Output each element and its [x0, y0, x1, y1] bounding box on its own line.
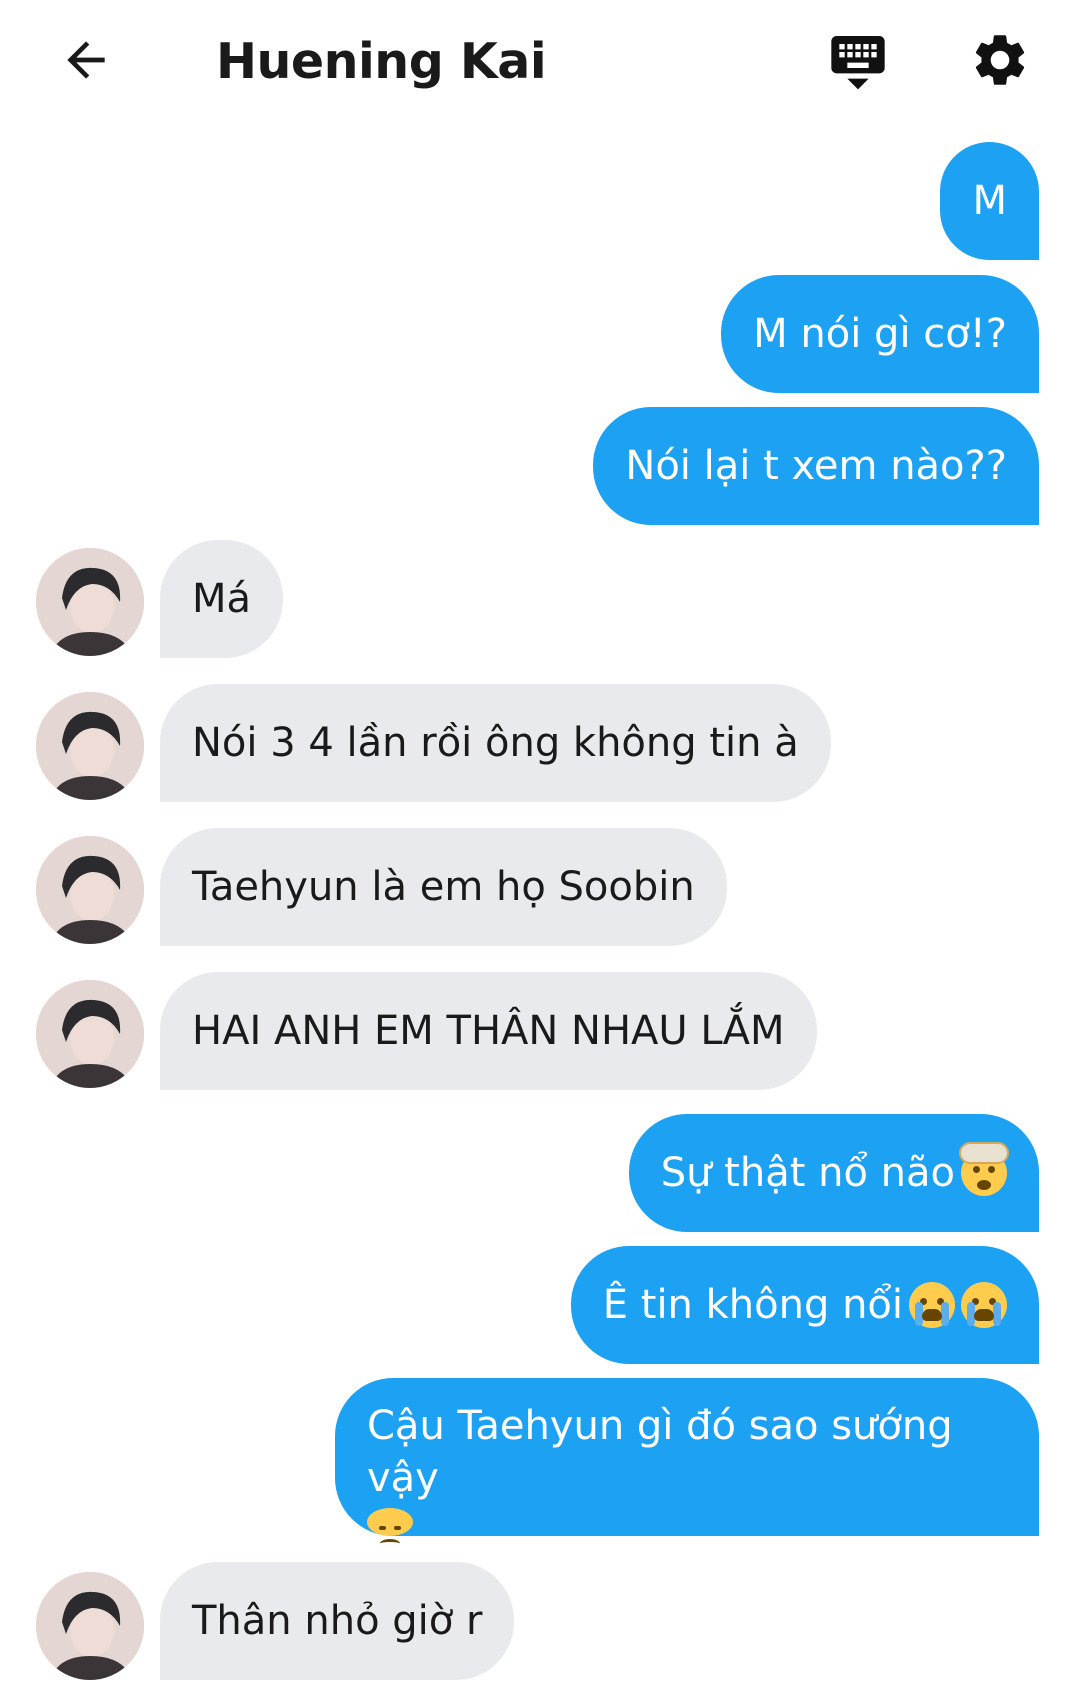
outgoing-message[interactable]: M nói gì cơ!?	[721, 275, 1039, 393]
incoming-message[interactable]: Nói 3 4 lần rồi ông không tin à	[160, 684, 831, 802]
message-text: Sự thật nổ não	[660, 1150, 955, 1196]
message-text: Ê tin không nổi	[602, 1282, 903, 1328]
avatar[interactable]	[36, 980, 144, 1088]
incoming-message[interactable]: Má	[160, 540, 284, 658]
disappointed-face-emoji	[367, 1508, 413, 1542]
outgoing-message[interactable]: Nói lại t xem nào??	[593, 407, 1039, 525]
contact-name: Huening Kai	[216, 33, 547, 90]
gear-icon	[975, 35, 1025, 85]
message-text: Cậu Taehyun gì đó sao sướng vậy	[367, 1403, 953, 1501]
avatar[interactable]	[36, 548, 144, 656]
avatar-photo	[36, 836, 144, 944]
keyboard-hide-icon	[831, 36, 885, 90]
arrow-left-icon	[67, 41, 105, 79]
avatar[interactable]	[36, 836, 144, 944]
avatar-photo	[36, 980, 144, 1088]
avatar[interactable]	[36, 1572, 144, 1680]
loudly-crying-emoji	[961, 1282, 1007, 1328]
message-text: Thân nhỏ giờ r	[192, 1598, 483, 1644]
avatar-photo	[36, 548, 144, 656]
settings-button[interactable]	[960, 20, 1040, 100]
incoming-message[interactable]: Taehyun là em họ Soobin	[160, 828, 727, 946]
message-text: Taehyun là em họ Soobin	[192, 864, 695, 910]
message-text: Má	[192, 576, 252, 622]
keyboard-toggle-button[interactable]	[820, 22, 896, 98]
message-text: M	[972, 178, 1007, 224]
loudly-crying-emoji	[909, 1282, 955, 1328]
exploding-head-emoji	[959, 1142, 1009, 1196]
message-text: Nói lại t xem nào??	[625, 443, 1007, 489]
avatar[interactable]	[36, 692, 144, 800]
message-text: HAI ANH EM THÂN NHAU LẮM	[192, 1008, 785, 1054]
outgoing-message[interactable]: Cậu Taehyun gì đó sao sướng vậy	[335, 1378, 1039, 1542]
incoming-message[interactable]: HAI ANH EM THÂN NHAU LẮM	[160, 972, 817, 1090]
outgoing-message[interactable]: Sự thật nổ não	[628, 1114, 1039, 1232]
incoming-message[interactable]: Thân nhỏ giờ r	[160, 1562, 515, 1680]
back-button[interactable]	[50, 28, 122, 92]
message-text: Nói 3 4 lần rồi ông không tin à	[192, 720, 799, 766]
outgoing-message[interactable]: M	[940, 142, 1039, 260]
avatar-photo	[36, 1572, 144, 1680]
message-text: M nói gì cơ!?	[753, 311, 1007, 357]
avatar-photo	[36, 692, 144, 800]
outgoing-message[interactable]: Ê tin không nổi	[570, 1246, 1039, 1364]
chat-header: Huening Kai	[0, 0, 1075, 128]
